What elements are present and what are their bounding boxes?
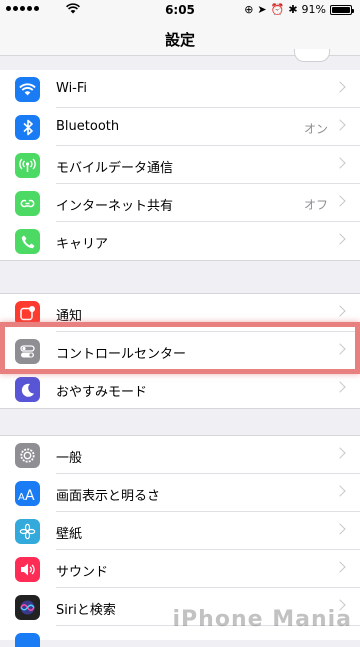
siri-icon [15,595,40,620]
row-label: サウンド [56,565,109,580]
row-label: コントロールセンター [56,347,187,362]
settings-row-wifi[interactable]: Wi-Fi [0,70,360,108]
row-label: Bluetooth [56,119,120,134]
settings-row-hotspot[interactable]: インターネット共有 オフ [0,184,360,222]
row-label: インターネット共有 [56,199,174,214]
status-bar: 6:05 ⊕ ➤ ⏰ ✱ 91% [0,0,360,20]
chevron-right-icon [334,233,346,245]
wifi-icon [15,77,40,102]
settings-row-mobile-data[interactable]: モバイルデータ通信 [0,146,360,184]
phone-icon [15,229,40,254]
settings-row-carrier[interactable]: キャリア [0,222,360,260]
row-label: Wi-Fi [56,81,88,96]
row-label: 画面表示と明るさ [56,489,161,504]
link-icon [15,191,40,216]
chevron-right-icon [334,523,346,535]
row-label: キャリア [56,237,109,252]
chevron-right-icon [334,81,346,93]
settings-row-do-not-disturb[interactable]: おやすみモード [0,370,360,408]
chevron-right-icon [334,343,346,355]
chevron-right-icon [334,305,346,317]
moon-icon [15,377,40,402]
row-label: 一般 [56,451,83,466]
chevron-right-icon [334,447,346,459]
battery-icon [330,4,354,15]
settings-row-bluetooth[interactable]: Bluetooth オン [0,108,360,146]
alarm-icon: ⏰ [270,3,285,16]
battery-percent: 91% [301,3,326,16]
settings-row-display[interactable]: A A 画面表示と明るさ [0,474,360,512]
row-label: 通知 [56,309,83,324]
text-size-icon: A A [15,481,40,506]
chevron-right-icon [334,119,346,131]
watermark: iPhone Mania [172,607,352,632]
svg-text:A: A [25,488,35,501]
row-label: モバイルデータ通信 [56,161,174,176]
row-value: オフ [303,198,328,212]
page-title: 設定 [164,31,195,49]
settings-row-general[interactable]: 一般 [0,436,360,474]
notification-icon [15,301,40,326]
svg-text:A: A [18,492,25,501]
row-label: 壁紙 [56,527,83,542]
bluetooth-status-icon: ✱ [288,3,298,16]
row-value: オン [303,122,328,136]
orientation-lock-icon: ⊕ [244,3,254,16]
antenna-icon [15,153,40,178]
touch-id-icon [15,633,40,647]
settings-row-control-center[interactable]: コントロールセンター [0,332,360,370]
row-label: Siriと検索 [56,603,116,618]
flower-icon [15,519,40,544]
location-icon: ➤ [257,3,267,16]
chevron-right-icon [334,381,346,393]
airplane-mode-toggle[interactable] [294,49,330,62]
row-label: おやすみモード [56,385,148,400]
chevron-right-icon [334,157,346,169]
gear-icon [15,443,40,468]
bluetooth-icon [15,115,40,140]
settings-row-notifications[interactable]: 通知 [0,294,360,332]
switches-icon [15,339,40,364]
chevron-right-icon [334,195,346,207]
settings-row-sounds[interactable]: サウンド [0,550,360,588]
chevron-right-icon [334,485,346,497]
settings-row-wallpaper[interactable]: 壁紙 [0,512,360,550]
speaker-icon [15,557,40,582]
chevron-right-icon [334,561,346,573]
